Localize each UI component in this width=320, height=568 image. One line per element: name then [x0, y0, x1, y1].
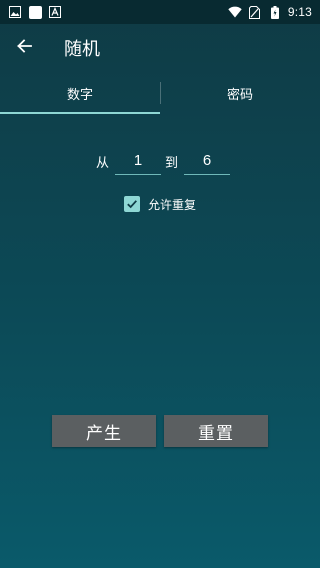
- reset-button[interactable]: 重置: [164, 415, 268, 447]
- wifi-icon: [228, 5, 242, 19]
- tab-numbers-label: 数字: [66, 87, 93, 103]
- status-time: 9:13: [287, 5, 312, 19]
- allow-repeat-label: 允许重复: [147, 197, 196, 212]
- app-toolbar: 随机: [0, 24, 320, 72]
- generate-button[interactable]: 产生: [52, 415, 156, 447]
- tab-divider: [160, 82, 161, 104]
- to-label: 到: [165, 155, 179, 171]
- arrow-left-icon: [16, 38, 32, 58]
- from-input[interactable]: [115, 147, 161, 175]
- square-icon: [28, 5, 42, 19]
- status-bar: 9:13: [0, 0, 320, 24]
- back-button[interactable]: [0, 24, 48, 72]
- checkmark-icon: [127, 200, 137, 209]
- action-buttons: 产生 重置: [0, 415, 320, 447]
- allow-repeat-checkbox[interactable]: [123, 196, 140, 212]
- page-title: 随机: [64, 39, 100, 60]
- a-icon: [48, 5, 62, 19]
- battery-icon: [268, 5, 282, 19]
- to-input[interactable]: [184, 147, 231, 175]
- no-sim-icon: [248, 5, 262, 19]
- tab-password-label: 密码: [226, 87, 253, 103]
- allow-repeat-toggle[interactable]: 允许重复: [0, 193, 320, 215]
- image-icon: [8, 5, 22, 19]
- from-label: 从: [95, 155, 109, 171]
- tab-password[interactable]: 密码: [160, 72, 320, 114]
- range-row: 从 到: [0, 146, 320, 176]
- status-bar-right: 9:13: [228, 5, 312, 19]
- tab-numbers[interactable]: 数字: [0, 72, 160, 114]
- status-bar-left: [8, 5, 62, 19]
